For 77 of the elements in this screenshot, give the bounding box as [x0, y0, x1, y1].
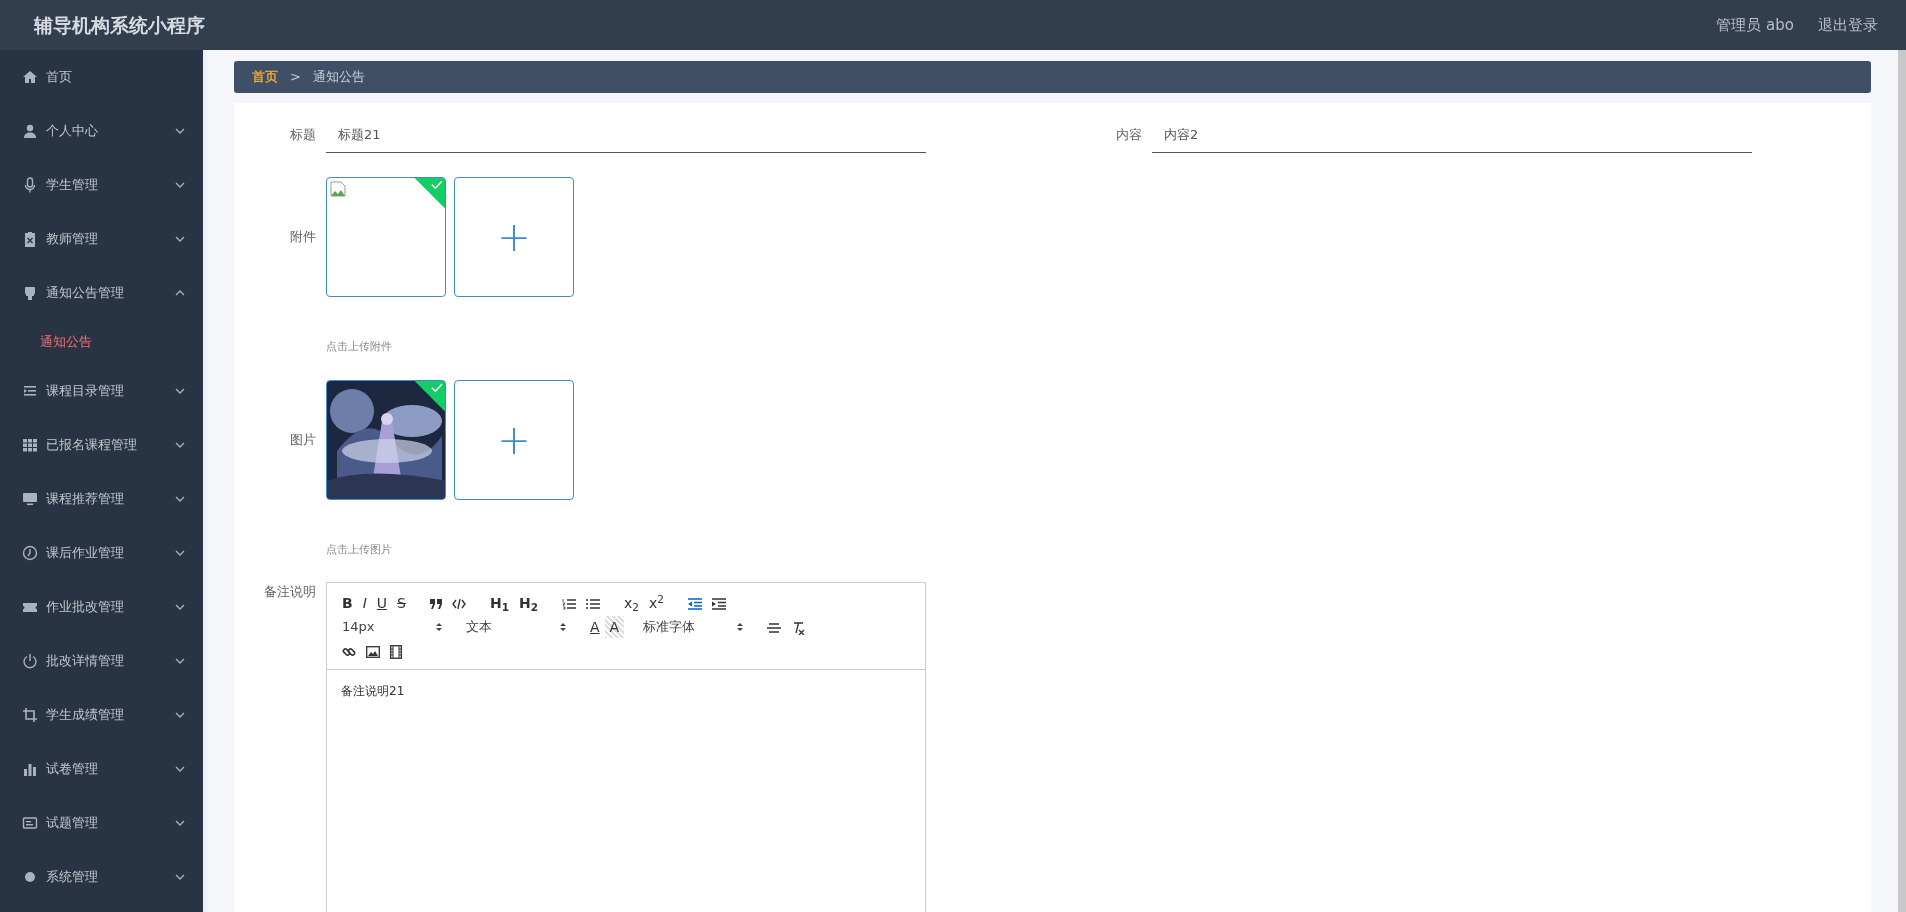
sidebar-item[interactable]: 试题管理: [0, 796, 203, 850]
microphone-icon: [22, 177, 38, 193]
video-icon: [390, 645, 402, 659]
field-label: 备注说明: [263, 583, 317, 601]
toolbar-dropdown[interactable]: 14px: [337, 617, 447, 637]
toolbar-button[interactable]: B: [337, 592, 358, 614]
user-icon: [22, 123, 38, 139]
field-label: 标题: [289, 126, 317, 145]
sidebar-item[interactable]: 作业批改管理: [0, 580, 203, 634]
bullet-list-icon: [586, 598, 600, 610]
clipboard-icon: [22, 231, 38, 247]
toolbar-button[interactable]: x$^{2}$: [644, 592, 669, 614]
field-label: 附件: [289, 228, 317, 247]
toolbar-button[interactable]: H$_{1}$: [484, 592, 514, 614]
power-icon: [22, 653, 38, 669]
list-icon: [22, 383, 38, 399]
image-icon: [366, 646, 380, 658]
align-icon: [767, 622, 782, 634]
sidebar-item[interactable]: 学生管理: [0, 158, 203, 212]
numbered-list-icon: [562, 598, 576, 610]
app-title: 辅导机构系统小程序: [34, 12, 205, 38]
logout-link[interactable]: 退出登录: [1818, 13, 1878, 37]
sidebar-item[interactable]: 已报名课程管理: [0, 418, 203, 472]
upload-hint: 点击上传图片: [326, 541, 393, 558]
sidebar-item[interactable]: 通知公告管理: [0, 266, 203, 320]
broken-image-icon: [330, 181, 346, 197]
sidebar-item[interactable]: 个人中心: [0, 104, 203, 158]
link-icon: [342, 645, 356, 659]
toolbar-button[interactable]: A: [585, 616, 605, 638]
bar-chart-icon: [22, 761, 38, 777]
scrollbar[interactable]: [1898, 50, 1906, 912]
editor-text: 备注说明21: [340, 683, 406, 700]
toolbar-button[interactable]: U: [371, 592, 393, 614]
field-label: 内容: [1115, 126, 1143, 145]
indent-icon: [712, 598, 726, 610]
upload-hint: 点击上传附件: [326, 339, 393, 355]
home-icon: [22, 69, 38, 85]
sidebar-item[interactable]: 课程目录管理: [0, 364, 203, 418]
breadcrumb-item: 通知公告: [312, 68, 365, 87]
select-arrows-icon: [737, 622, 744, 632]
add-upload-button[interactable]: +: [454, 379, 574, 500]
sidebar-item[interactable]: 批改详情管理: [0, 634, 203, 688]
clear-format-icon: [791, 621, 806, 635]
id-card-icon: [22, 815, 38, 831]
sidebar-item[interactable]: 系统管理: [0, 850, 203, 904]
select-arrows-icon: [560, 622, 566, 632]
toolbar-dropdown[interactable]: 标准字体: [638, 617, 749, 637]
grid-icon: [22, 437, 38, 453]
outdent-icon: [688, 598, 702, 610]
toolbar-button[interactable]: H$_{2}$: [514, 592, 543, 614]
breadcrumb-separator: >: [290, 68, 301, 87]
sidebar-subitem[interactable]: 通知公告: [0, 320, 203, 364]
sidebar-item[interactable]: 学生成绩管理: [0, 688, 203, 742]
code-icon: [451, 599, 466, 609]
sidebar-item[interactable]: 教师管理: [0, 212, 203, 266]
crop-icon: [22, 707, 38, 723]
text-field[interactable]: 内容2: [1152, 117, 1752, 153]
select-arrows-icon: [436, 622, 442, 632]
pushpin-icon: [22, 285, 38, 301]
toolbar-button[interactable]: A: [604, 616, 625, 638]
toolbar-button[interactable]: x$_{2}$: [619, 592, 644, 614]
sidebar-item[interactable]: 试卷管理: [0, 742, 203, 796]
sidebar-item[interactable]: 课后作业管理: [0, 526, 203, 580]
uploaded-file[interactable]: [326, 177, 446, 297]
add-upload-button[interactable]: +: [454, 177, 574, 297]
toolbar-button[interactable]: S: [392, 592, 411, 614]
field-label: 图片: [289, 430, 317, 449]
sidebar-item[interactable]: 首页: [0, 50, 203, 104]
toolbar-dropdown[interactable]: 文本: [461, 617, 571, 637]
text-field[interactable]: 标题21: [326, 117, 926, 153]
clock-icon: [22, 545, 38, 561]
quote-icon: [429, 599, 442, 609]
user-name: 管理员 abo: [1716, 14, 1794, 36]
monitor-icon: [22, 491, 38, 507]
sidebar-item[interactable]: 课程推荐管理: [0, 472, 203, 526]
toolbar-button[interactable]: I: [357, 592, 372, 614]
breadcrumb-item[interactable]: 首页: [252, 67, 278, 87]
